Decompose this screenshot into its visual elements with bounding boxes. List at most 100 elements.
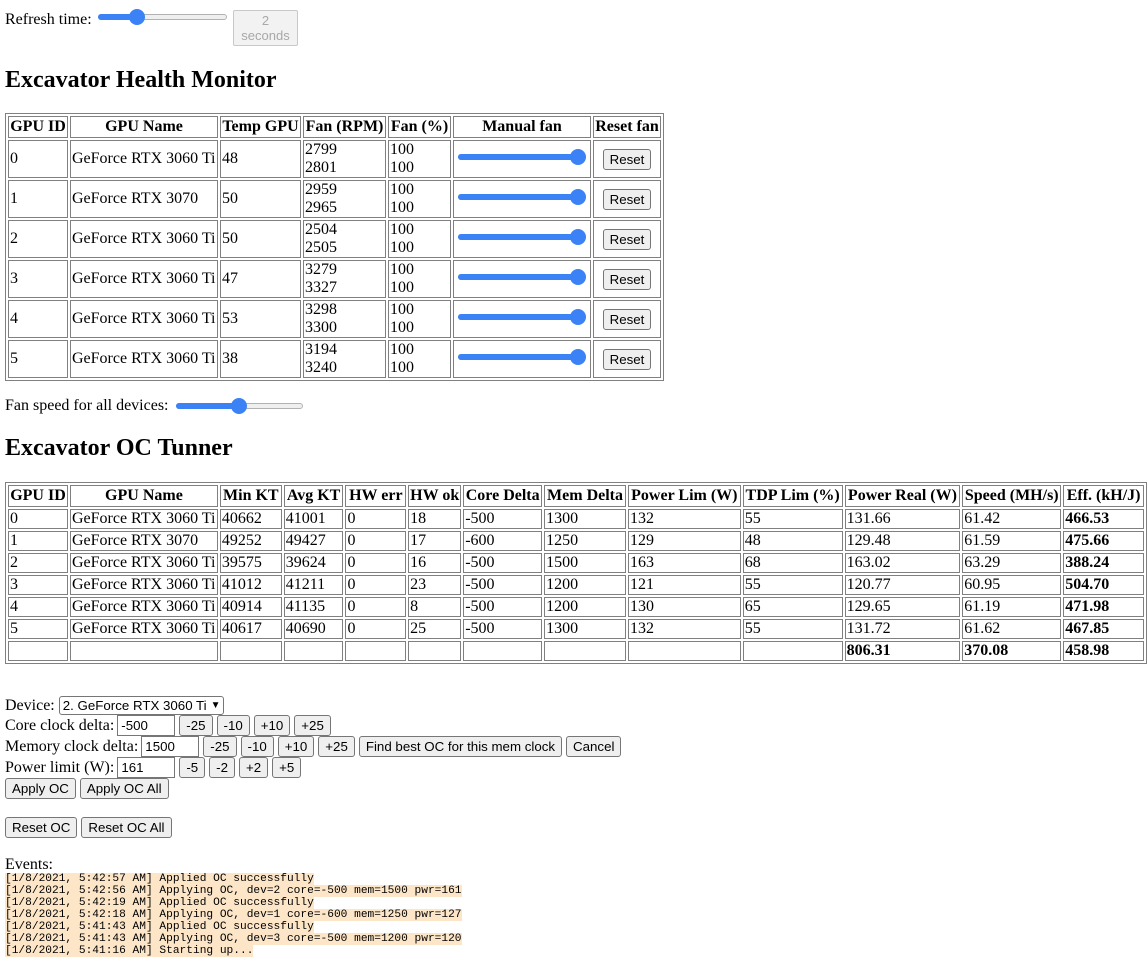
col-core-delta: Core Delta [463, 485, 543, 507]
col-power-lim: Power Lim (W) [627, 485, 741, 507]
power-real-cell: 163.02 [844, 553, 961, 573]
temp-gpu-cell: 50 [220, 180, 301, 218]
manual-fan-cell [453, 260, 591, 298]
col-avg-kt: Avg KT [283, 485, 344, 507]
speed-cell: 61.62 [962, 619, 1062, 639]
health-row: 3 GeForce RTX 3060 Ti 47 3279 3327 100 100 Rese… [8, 260, 661, 298]
memory-clock-input[interactable]: 1500 [141, 736, 200, 757]
speed-cell: 61.19 [962, 597, 1062, 617]
fan-rpm-cell: 3194 3240 [303, 340, 386, 378]
tdp-lim-cell: 65 [742, 597, 843, 617]
col-hw-err: HW err [345, 485, 407, 507]
mem-plus-10-button[interactable]: +10 [277, 736, 315, 757]
find-best-oc-button[interactable]: Find best OC for this mem clock [358, 736, 563, 757]
power-limit-input[interactable]: 161 [117, 757, 176, 778]
power-plus-5-button[interactable]: +5 [272, 757, 302, 778]
temp-gpu-cell: 50 [220, 220, 301, 258]
chevron-down-icon: ▼ [210, 700, 221, 711]
refresh-time-number: 2 [261, 13, 270, 28]
health-row: 0 GeForce RTX 3060 Ti 48 2799 2801 100 100 Rese… [8, 140, 661, 178]
cancel-button[interactable]: Cancel [566, 736, 622, 757]
event-line: [1/8/2021, 5:41:43 AM] Applied OC succes… [5, 921, 314, 933]
reset-fan-cell: Reset [593, 260, 661, 298]
reset-fan-button[interactable]: Reset [602, 348, 652, 370]
tdp-lim-cell: 48 [742, 531, 843, 551]
manual-fan-slider[interactable] [458, 348, 586, 365]
efficiency-cell: 504.70 [1063, 575, 1144, 595]
fan-pct-cell: 100 100 [388, 140, 451, 178]
empty-cell [219, 641, 282, 661]
fan-all-slider[interactable] [175, 398, 303, 414]
manual-fan-cell [453, 340, 591, 378]
core-plus-10-button[interactable]: +10 [253, 715, 291, 736]
empty-cell [463, 641, 543, 661]
tdp-lim-cell: 55 [742, 575, 843, 595]
reset-fan-button[interactable]: Reset [602, 188, 652, 210]
core-minus-10-button[interactable]: -10 [216, 715, 250, 736]
device-select[interactable]: 2. GeForce RTX 3060 Ti ▼ [58, 696, 224, 715]
gpu-name-cell: GeForce RTX 3060 Ti [69, 619, 218, 639]
col-tdp-lim: TDP Lim (%) [742, 485, 843, 507]
gpu-id-cell: 0 [8, 140, 68, 178]
hw-err-cell: 0 [345, 597, 407, 617]
manual-fan-slider[interactable] [458, 148, 586, 165]
fan-pct-value: 100 [390, 141, 414, 158]
manual-fan-slider[interactable] [458, 308, 586, 325]
hw-ok-cell: 17 [408, 531, 462, 551]
reset-oc-button[interactable]: Reset OC [5, 817, 78, 838]
power-real-cell: 131.72 [844, 619, 961, 639]
mem-delta-cell: 1500 [544, 553, 626, 573]
fan-all-label: Fan speed for all devices: [5, 397, 169, 414]
power-minus-5-button[interactable]: -5 [179, 757, 206, 778]
hw-err-cell: 0 [345, 531, 407, 551]
reset-fan-button[interactable]: Reset [602, 268, 652, 290]
total-power-cell: 806.31 [844, 641, 961, 661]
mem-plus-25-button[interactable]: +25 [318, 736, 355, 757]
manual-fan-slider[interactable] [458, 268, 586, 285]
reset-oc-all-button[interactable]: Reset OC All [81, 817, 172, 838]
core-minus-25-button[interactable]: -25 [179, 715, 213, 736]
apply-oc-button[interactable]: Apply OC [5, 778, 76, 799]
empty-cell [627, 641, 741, 661]
col-hw-ok: HW ok [408, 485, 462, 507]
tdp-lim-cell: 55 [742, 509, 843, 529]
reset-fan-cell: Reset [593, 140, 661, 178]
core-clock-input[interactable]: -500 [117, 715, 176, 736]
mem-minus-25-button[interactable]: -25 [203, 736, 237, 757]
mem-minus-10-button[interactable]: -10 [240, 736, 274, 757]
col-power-real: Power Real (W) [844, 485, 961, 507]
avg-kt-cell: 39624 [283, 553, 344, 573]
reset-fan-button[interactable]: Reset [602, 308, 652, 330]
col-fan-rpm: Fan (RPM) [303, 116, 386, 138]
col-manual-fan: Manual fan [453, 116, 591, 138]
fan-pct-cell: 100 100 [388, 260, 451, 298]
memory-clock-label: Memory clock delta: [5, 737, 139, 755]
gpu-id-cell: 2 [8, 220, 68, 258]
manual-fan-slider[interactable] [458, 228, 586, 245]
power-minus-2-button[interactable]: -2 [209, 757, 235, 778]
min-kt-cell: 41012 [219, 575, 282, 595]
power-plus-2-button[interactable]: +2 [238, 757, 269, 778]
fan-pct-cell: 100 100 [388, 340, 451, 378]
hw-err-cell: 0 [345, 575, 407, 595]
empty-cell [8, 641, 68, 661]
event-line: [1/8/2021, 5:42:56 AM] Applying OC, dev=… [5, 885, 462, 897]
fan-pct-value: 100 [390, 221, 414, 238]
refresh-time-slider[interactable] [98, 9, 227, 25]
manual-fan-slider[interactable] [458, 188, 586, 205]
temp-gpu-cell: 47 [220, 260, 301, 298]
fan-rpm-value: 3279 [305, 261, 337, 278]
apply-oc-all-button[interactable]: Apply OC All [79, 778, 169, 799]
col-min-kt: Min KT [219, 485, 282, 507]
reset-fan-button[interactable]: Reset [602, 228, 652, 250]
power-lim-cell: 163 [627, 553, 741, 573]
reset-fan-button[interactable]: Reset [602, 148, 652, 170]
gpu-id-cell: 3 [8, 260, 68, 298]
core-plus-25-button[interactable]: +25 [294, 715, 331, 736]
gpu-name-cell: GeForce RTX 3060 Ti [70, 340, 218, 378]
fan-rpm-value: 2504 [305, 221, 337, 238]
gpu-id-cell: 5 [8, 340, 68, 378]
oc-tunner-title: Excavator OC Tunner [5, 435, 233, 461]
core-delta-cell: -600 [463, 531, 543, 551]
fan-rpm-cell: 3279 3327 [303, 260, 386, 298]
